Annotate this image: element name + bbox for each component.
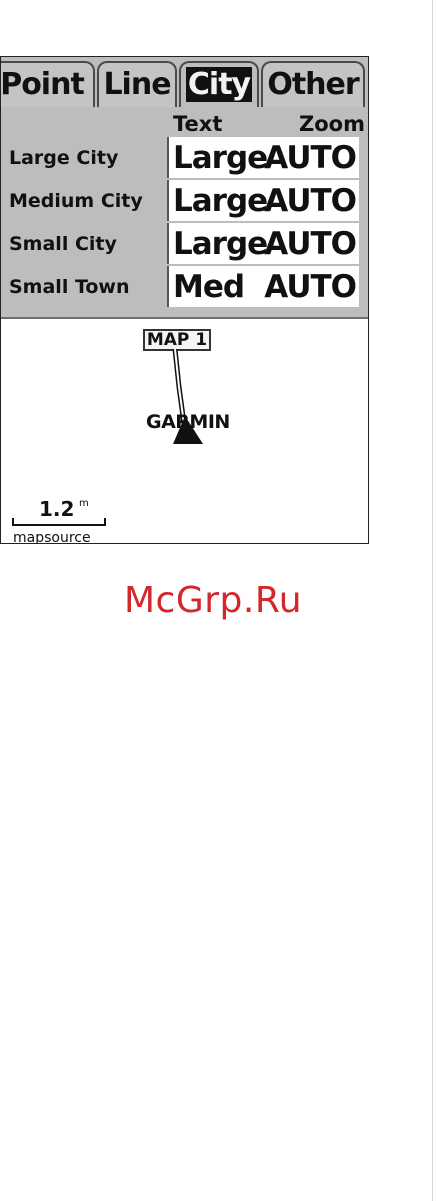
text-size-value[interactable]: Med: [173, 266, 245, 307]
table-row: Small Town Med AUTO: [1, 266, 368, 309]
gps-screen: Point Line City Other Text Zoom Large Ci…: [0, 56, 369, 544]
column-headers: Text Zoom: [1, 112, 368, 136]
zoom-value[interactable]: AUTO: [264, 180, 357, 221]
table-row: Medium City Large AUTO: [1, 180, 368, 223]
zoom-value[interactable]: AUTO: [264, 266, 357, 307]
zoom-value[interactable]: AUTO: [264, 137, 357, 178]
row-label: Small Town: [9, 276, 130, 298]
scale-bar-icon: [12, 518, 106, 526]
map-setup-panel: Point Line City Other Text Zoom Large Ci…: [1, 57, 368, 319]
row-label: Small City: [9, 233, 117, 255]
table-row: Large City Large AUTO: [1, 137, 368, 180]
tab-line[interactable]: Line: [97, 61, 177, 107]
watermark: McGrp.Ru: [124, 580, 303, 621]
map-view[interactable]: MAP 1 GARMIN 1.2 m mapsource: [1, 319, 368, 543]
table-row: Small City Large AUTO: [1, 223, 368, 266]
tab-other-label: Other: [267, 67, 359, 102]
text-size-value[interactable]: Large: [173, 137, 268, 178]
scale-unit: m: [79, 498, 89, 509]
map-scale: 1.2 m: [11, 497, 107, 527]
tab-point[interactable]: Point: [0, 61, 95, 107]
page-right-rule: [432, 0, 433, 1201]
position-arrow-icon: [173, 416, 203, 444]
text-size-value[interactable]: Large: [173, 223, 268, 264]
tab-point-label: Point: [0, 67, 85, 102]
row-label: Medium City: [9, 190, 143, 212]
map-source-label: mapsource: [13, 530, 91, 544]
setting-field[interactable]: Large AUTO: [167, 223, 359, 264]
tab-line-label: Line: [103, 67, 171, 102]
text-size-value[interactable]: Large: [173, 180, 268, 221]
waypoint-label: MAP 1: [143, 329, 211, 351]
setting-field[interactable]: Large AUTO: [167, 137, 359, 178]
tab-city-label: City: [185, 67, 253, 102]
zoom-value[interactable]: AUTO: [264, 223, 357, 264]
column-header-text: Text: [173, 112, 223, 136]
row-label: Large City: [9, 147, 119, 169]
tab-other[interactable]: Other: [261, 61, 365, 107]
tab-bar: Point Line City Other: [1, 59, 368, 109]
tab-city[interactable]: City: [179, 61, 259, 107]
setting-field[interactable]: Large AUTO: [167, 180, 359, 221]
setting-field[interactable]: Med AUTO: [167, 266, 359, 307]
column-header-zoom: Zoom: [299, 112, 365, 136]
